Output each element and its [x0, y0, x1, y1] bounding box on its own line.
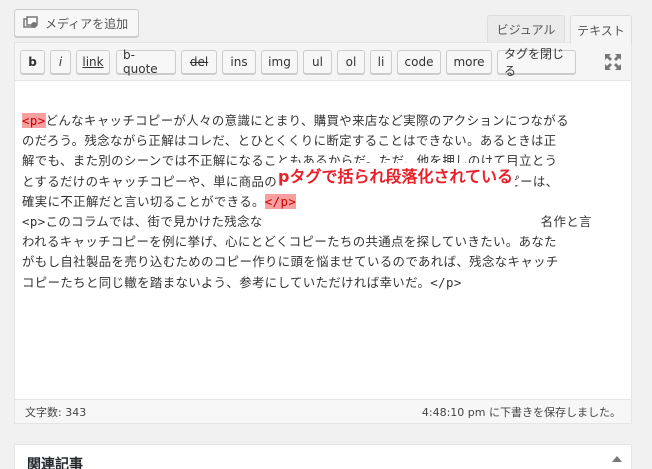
del-button[interactable]: del — [181, 50, 217, 74]
blockquote-button[interactable]: b-quote — [116, 48, 176, 76]
link-button[interactable]: link — [76, 50, 110, 74]
add-media-button[interactable]: メディアを追加 — [14, 9, 140, 37]
ol-button[interactable]: ol — [337, 50, 365, 74]
content-line: 確実に不正解だと言い切ることができる。</p> — [22, 193, 297, 209]
content-line: コピーたちと同じ轍を踏まないよう、参考にしていただければ幸いだ。</p> — [22, 274, 462, 290]
img-button[interactable]: img — [261, 50, 298, 74]
bold-button[interactable]: b — [20, 50, 45, 74]
fullscreen-icon[interactable] — [603, 52, 623, 72]
tab-text[interactable]: テキスト — [570, 15, 632, 44]
text-editor: b i link b-quote del ins img ul ol li co… — [14, 42, 632, 424]
autosave-status: 4:48:10 pm に下書きを保存しました。 — [421, 405, 621, 419]
add-media-label: メディアを追加 — [45, 16, 129, 31]
ins-button[interactable]: ins — [222, 50, 256, 74]
code-button[interactable]: code — [397, 50, 441, 74]
collapse-arrow-icon[interactable] — [612, 456, 622, 462]
ul-button[interactable]: ul — [303, 50, 332, 74]
content-line: われるキャッチコピーを例に挙げ、心にとどくコピーたちの共通点を探していきたい。あ… — [22, 234, 557, 250]
word-count: 文字数: 343 — [25, 405, 87, 419]
content-line: <p>このコラムでは、街で見かけた残念な 名作と言 — [22, 214, 592, 230]
more-button[interactable]: more — [446, 50, 492, 74]
li-button[interactable]: li — [370, 50, 392, 74]
content-line: <p>どんなキャッチコピーが人々の意識にとまり、購買や来店など実際のアクションに… — [22, 113, 569, 128]
related-posts-box: 関連記事 — [14, 444, 632, 469]
p-close-tag-highlight: </p> — [264, 193, 297, 209]
close-tags-button[interactable]: タグを閉じる — [497, 47, 576, 78]
italic-button[interactable]: i — [50, 50, 71, 74]
content-line: のだろう。残念ながら正解はコレだ、とひとくくりに断定することはできない。あるとき… — [22, 133, 557, 149]
media-icon — [23, 16, 39, 30]
quicktags-toolbar: b i link b-quote del ins img ul ol li co… — [15, 43, 631, 81]
related-posts-title: 関連記事 — [27, 457, 83, 469]
editor-statusbar: 文字数: 343 4:48:10 pm に下書きを保存しました。 — [15, 399, 631, 423]
content-line: がもし自社製品を売り込むためのコピー作りに頭を悩ませているのであれば、残念なキャ… — [22, 254, 559, 270]
p-open-tag-highlight: <p> — [22, 113, 46, 128]
editor-content[interactable]: <p>どんなキャッチコピーが人々の意識にとまり、購買や来店など実際のアクションに… — [15, 81, 631, 399]
tab-visual[interactable]: ビジュアル — [487, 15, 565, 43]
annotation-label: pタグで括られ段落化されている — [276, 163, 515, 187]
